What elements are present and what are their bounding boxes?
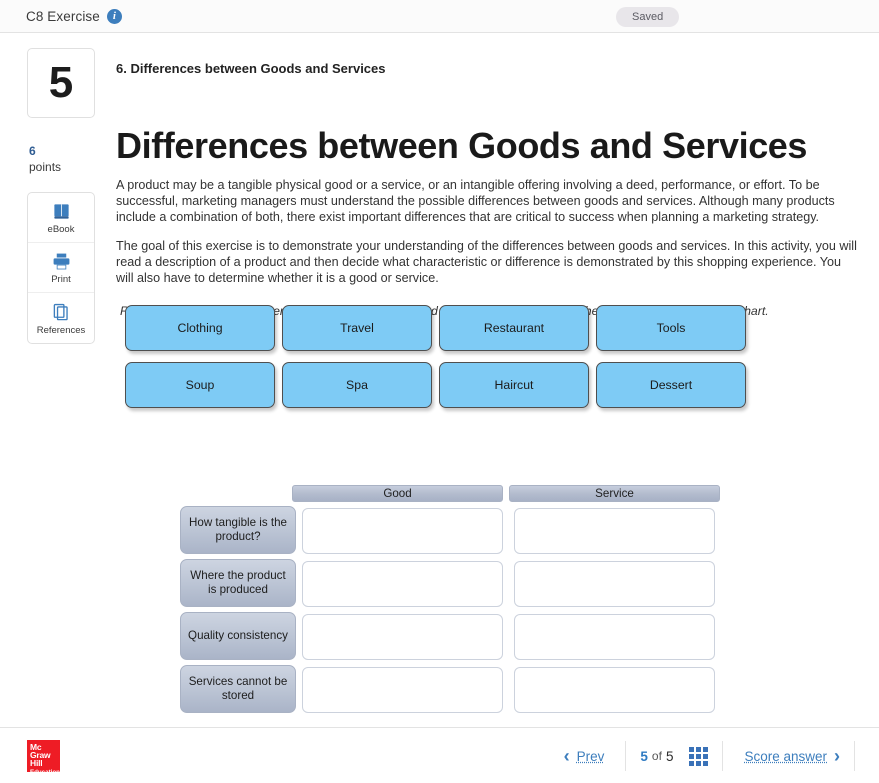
grid-cell — [696, 760, 702, 766]
draggable-items: Clothing Travel Restaurant Tools Soup Sp… — [125, 305, 765, 419]
footer-navigation: ‹ Prev 5 of 5 Score answer › — [564, 738, 869, 774]
sidebar: 5 6 points eBook Print References — [0, 33, 112, 727]
score-answer-button[interactable]: Score answer — [744, 749, 827, 764]
ebook-button[interactable]: eBook — [28, 193, 94, 243]
tile-row-1: Clothing Travel Restaurant Tools — [125, 305, 765, 351]
drop-zone-service[interactable] — [514, 614, 715, 660]
logo-line-3: Hill — [30, 758, 43, 769]
chevron-right-icon[interactable]: › — [834, 747, 840, 765]
grid-cell — [703, 753, 709, 759]
ebook-label: eBook — [47, 224, 75, 235]
draggable-tile[interactable]: Tools — [596, 305, 746, 351]
page-current: 5 — [640, 748, 648, 764]
matrix-row: Services cannot be stored — [180, 665, 790, 713]
grid-cell — [703, 760, 709, 766]
row-label: Quality consistency — [180, 612, 296, 660]
grid-icon[interactable] — [689, 746, 709, 766]
logo-line-4: Education — [30, 769, 60, 777]
chevron-left-icon[interactable]: ‹ — [564, 747, 570, 765]
draggable-tile[interactable]: Spa — [282, 362, 432, 408]
documents-icon — [53, 303, 68, 320]
divider — [854, 741, 855, 771]
matrix-row: Quality consistency — [180, 612, 790, 660]
grid-cell — [689, 753, 695, 759]
points-value: 6 — [29, 144, 36, 158]
drop-zone-service[interactable] — [514, 667, 715, 713]
intro-paragraph-2: The goal of this exercise is to demonstr… — [116, 238, 857, 285]
main-content: 6. Differences between Goods and Service… — [112, 33, 879, 727]
drop-zone-service[interactable] — [514, 561, 715, 607]
grid-cell — [689, 746, 695, 752]
question-number-box: 5 — [27, 48, 95, 118]
book-icon — [53, 204, 69, 219]
matrix-row: Where the product is produced — [180, 559, 790, 607]
matrix-header-row: Good Service — [292, 485, 790, 502]
page-title: Differences between Goods and Services — [116, 125, 808, 167]
info-icon[interactable]: i — [106, 8, 122, 24]
divider — [625, 741, 627, 771]
question-subtitle: 6. Differences between Goods and Service… — [116, 61, 386, 76]
exercise-title: C8 Exercise — [26, 8, 100, 24]
top-bar: C8 Exercise i Saved — [0, 0, 879, 33]
draggable-tile[interactable]: Haircut — [439, 362, 589, 408]
row-label: Services cannot be stored — [180, 665, 296, 713]
column-header-good: Good — [292, 485, 503, 502]
draggable-tile[interactable]: Restaurant — [439, 305, 589, 351]
print-button[interactable]: Print — [28, 243, 94, 293]
grid-cell — [696, 753, 702, 759]
tool-panel: eBook Print References — [27, 192, 95, 344]
references-button[interactable]: References — [28, 293, 94, 343]
points-label: points — [29, 160, 62, 175]
grid-cell — [689, 760, 695, 766]
draggable-tile[interactable]: Soup — [125, 362, 275, 408]
footer: Mc Graw Hill Education ‹ Prev 5 of 5 Sco… — [0, 727, 879, 783]
column-header-service: Service — [509, 485, 720, 502]
matrix-row: How tangible is the product? — [180, 506, 790, 554]
drop-zone-service[interactable] — [514, 508, 715, 554]
divider — [722, 741, 724, 771]
grid-cell — [696, 746, 702, 752]
status-badge: Saved — [616, 7, 680, 27]
drop-zone-good[interactable] — [302, 561, 503, 607]
drop-zone-good[interactable] — [302, 508, 503, 554]
points-display: 6 points — [29, 143, 61, 175]
page-total: 5 — [665, 748, 674, 764]
print-label: Print — [51, 274, 71, 285]
tile-row-2: Soup Spa Haircut Dessert — [125, 362, 765, 408]
drop-zone-good[interactable] — [302, 667, 503, 713]
draggable-tile[interactable]: Travel — [282, 305, 432, 351]
classification-matrix: Good Service How tangible is the product… — [180, 485, 790, 718]
grid-cell — [703, 746, 709, 752]
row-label: How tangible is the product? — [180, 506, 296, 554]
intro-paragraph-1: A product may be a tangible physical goo… — [116, 177, 835, 224]
references-label: References — [36, 324, 86, 336]
page-of-label: of — [651, 749, 662, 763]
row-label: Where the product is produced — [180, 559, 296, 607]
printer-icon — [53, 253, 69, 270]
draggable-tile[interactable]: Dessert — [596, 362, 746, 408]
draggable-tile[interactable]: Clothing — [125, 305, 275, 351]
mcgraw-hill-logo: Mc Graw Hill Education — [27, 740, 60, 776]
drop-zone-good[interactable] — [302, 614, 503, 660]
prev-button[interactable]: Prev — [577, 749, 605, 764]
question-number: 5 — [48, 58, 74, 107]
